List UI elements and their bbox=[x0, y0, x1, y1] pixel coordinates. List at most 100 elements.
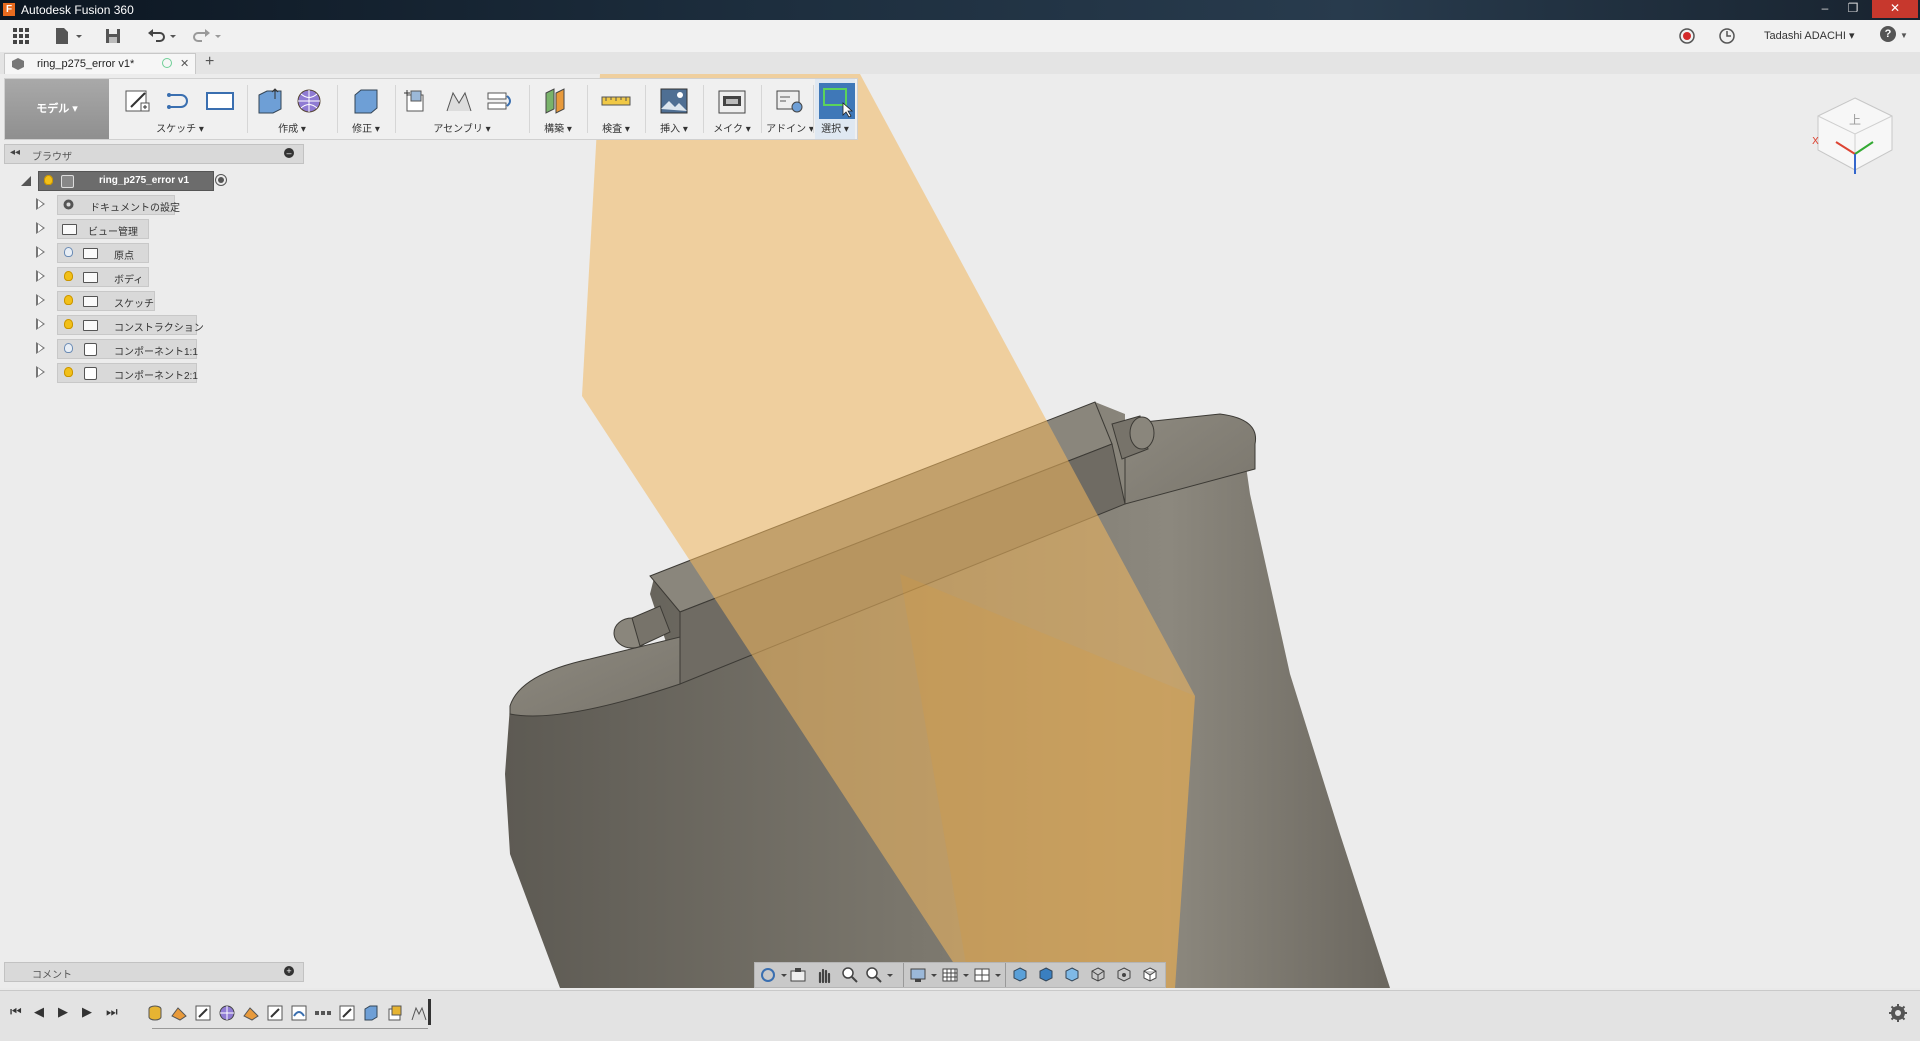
insert-menu[interactable]: 挿入 ▾ bbox=[649, 120, 699, 135]
extrude-icon[interactable] bbox=[255, 87, 285, 115]
close-window-button[interactable]: ✕ bbox=[1872, 0, 1918, 18]
play-icon[interactable]: ▶ bbox=[58, 1004, 68, 1020]
make-group: メイク ▾ bbox=[707, 79, 757, 139]
view-cube[interactable]: 上 X bbox=[1808, 92, 1902, 186]
redo-icon[interactable] bbox=[190, 27, 222, 45]
selection-filter-component-icon[interactable] bbox=[1037, 966, 1055, 984]
fit-zoom-icon[interactable] bbox=[865, 966, 895, 984]
visibility-bulb-icon[interactable] bbox=[64, 295, 73, 305]
motion-link-icon[interactable] bbox=[485, 87, 515, 115]
help-icon[interactable]: ? bbox=[1880, 26, 1896, 42]
viewports-icon[interactable] bbox=[973, 966, 1003, 984]
timeline-feature-extrude-icon[interactable] bbox=[170, 1004, 188, 1022]
visibility-bulb-icon[interactable] bbox=[64, 367, 73, 377]
help-dropdown-caret[interactable]: ▼ bbox=[1900, 31, 1908, 40]
document-cube-icon bbox=[12, 58, 24, 70]
timeline-feature-sketch-icon[interactable] bbox=[290, 1004, 308, 1022]
go-to-start-icon[interactable]: ⏮ bbox=[10, 1004, 22, 1020]
addins-group: アドイン ▾ bbox=[765, 79, 815, 139]
inspect-menu[interactable]: 検査 ▾ bbox=[591, 120, 641, 135]
file-menu-icon[interactable] bbox=[54, 27, 84, 45]
activate-component-icon[interactable] bbox=[215, 174, 227, 186]
maximize-button[interactable]: ❐ bbox=[1840, 0, 1866, 18]
navigation-bar bbox=[754, 962, 1166, 988]
timeline-feature-component-icon[interactable] bbox=[386, 1004, 404, 1022]
scripts-addins-icon[interactable] bbox=[775, 87, 805, 115]
create-sketch-icon[interactable] bbox=[123, 87, 153, 115]
comment-title: コメント bbox=[32, 970, 72, 981]
joint-icon[interactable] bbox=[443, 87, 473, 115]
right-peg[interactable] bbox=[1129, 416, 1155, 450]
modify-menu[interactable]: 修正 ▾ bbox=[341, 120, 391, 135]
undo-icon[interactable] bbox=[146, 27, 178, 45]
go-to-end-icon[interactable]: ⏭ bbox=[106, 1004, 118, 1020]
create-menu[interactable]: 作成 ▾ bbox=[251, 120, 333, 135]
visibility-bulb-off-icon[interactable] bbox=[64, 343, 73, 353]
make-menu[interactable]: メイク ▾ bbox=[707, 120, 757, 135]
step-back-icon[interactable]: ◀ bbox=[34, 1004, 44, 1020]
look-at-icon[interactable] bbox=[789, 966, 807, 984]
expanded-triangle-icon[interactable] bbox=[20, 175, 32, 187]
timeline-marker[interactable] bbox=[428, 999, 431, 1025]
add-comment-icon[interactable]: + bbox=[284, 966, 294, 976]
visibility-bulb-off-icon[interactable] bbox=[64, 247, 73, 257]
user-account-menu[interactable]: Tadashi ADACHI ▾ bbox=[1764, 29, 1855, 42]
svg-text:上: 上 bbox=[1849, 113, 1861, 127]
collapse-panel-icon[interactable]: ◂◂ bbox=[10, 147, 20, 158]
3d-print-icon[interactable] bbox=[717, 87, 747, 115]
step-forward-icon[interactable]: ▶ bbox=[82, 1004, 92, 1020]
select-icon[interactable] bbox=[819, 83, 855, 119]
construct-menu[interactable]: 構築 ▾ bbox=[533, 120, 583, 135]
timeline-feature-cylinder-icon[interactable] bbox=[146, 1004, 164, 1022]
sketch-menu[interactable]: スケッチ ▾ bbox=[117, 120, 243, 135]
save-icon[interactable] bbox=[104, 27, 122, 45]
grid-snap-icon[interactable] bbox=[941, 966, 971, 984]
insert-group: 挿入 ▾ bbox=[649, 79, 699, 139]
rectangle-icon[interactable] bbox=[205, 87, 235, 115]
timeline-feature-extrude-icon[interactable] bbox=[242, 1004, 260, 1022]
select-menu[interactable]: 選択 ▾ bbox=[815, 120, 855, 135]
browser-root-row[interactable]: ring_p275_error v1 bbox=[0, 170, 300, 191]
nav-separator bbox=[1005, 963, 1006, 987]
job-status-clock-icon[interactable] bbox=[1718, 27, 1736, 45]
display-settings-icon[interactable] bbox=[909, 966, 939, 984]
selection-filter-body-icon[interactable] bbox=[1011, 966, 1029, 984]
orbit-icon[interactable] bbox=[759, 966, 787, 984]
timeline-feature-sketch-icon[interactable] bbox=[266, 1004, 284, 1022]
visibility-bulb-icon[interactable] bbox=[44, 175, 53, 185]
new-tab-button[interactable]: + bbox=[205, 53, 214, 71]
close-tab-button[interactable]: ✕ bbox=[180, 57, 189, 70]
addins-menu[interactable]: アドイン ▾ bbox=[765, 120, 815, 135]
timeline-feature-joint-icon[interactable] bbox=[410, 1004, 428, 1022]
timeline-feature-form-icon[interactable] bbox=[218, 1004, 236, 1022]
record-icon[interactable] bbox=[1678, 27, 1696, 45]
press-pull-icon[interactable] bbox=[351, 87, 381, 115]
zoom-icon[interactable] bbox=[841, 966, 859, 984]
new-component-icon[interactable] bbox=[401, 87, 431, 115]
browser-root-node[interactable]: ring_p275_error v1 bbox=[38, 171, 214, 191]
workspace-switcher[interactable]: モデル ▾ bbox=[5, 79, 109, 139]
offset-plane-icon[interactable] bbox=[543, 87, 573, 115]
visibility-bulb-icon[interactable] bbox=[64, 319, 73, 329]
pan-hand-icon[interactable] bbox=[815, 966, 833, 984]
line-icon[interactable] bbox=[165, 87, 195, 115]
document-tab[interactable]: ring_p275_error v1* ✕ bbox=[4, 53, 196, 75]
timeline-feature-sketch-icon[interactable] bbox=[194, 1004, 212, 1022]
minimize-button[interactable]: – bbox=[1812, 0, 1838, 18]
selection-filter-all-icon[interactable] bbox=[1141, 966, 1159, 984]
selection-filter-edge-icon[interactable] bbox=[1089, 966, 1107, 984]
timeline-feature-sketch-icon[interactable] bbox=[338, 1004, 356, 1022]
assemble-menu[interactable]: アセンブリ ▾ bbox=[399, 120, 525, 135]
selection-filter-vertex-icon[interactable] bbox=[1115, 966, 1133, 984]
timeline-feature-pattern-icon[interactable] bbox=[314, 1004, 332, 1022]
timeline-settings-gear-icon[interactable] bbox=[1888, 1003, 1908, 1023]
timeline-feature-extrude-icon[interactable] bbox=[362, 1004, 380, 1022]
browser-pin-icon[interactable]: – bbox=[284, 148, 294, 158]
insert-image-icon[interactable] bbox=[659, 87, 689, 115]
visibility-bulb-icon[interactable] bbox=[64, 271, 73, 281]
form-icon[interactable] bbox=[295, 87, 325, 115]
node-box: コンポーネント2:1 bbox=[57, 363, 198, 383]
app-grid-icon[interactable] bbox=[12, 27, 30, 45]
selection-filter-face-icon[interactable] bbox=[1063, 966, 1081, 984]
measure-icon[interactable] bbox=[601, 87, 631, 115]
